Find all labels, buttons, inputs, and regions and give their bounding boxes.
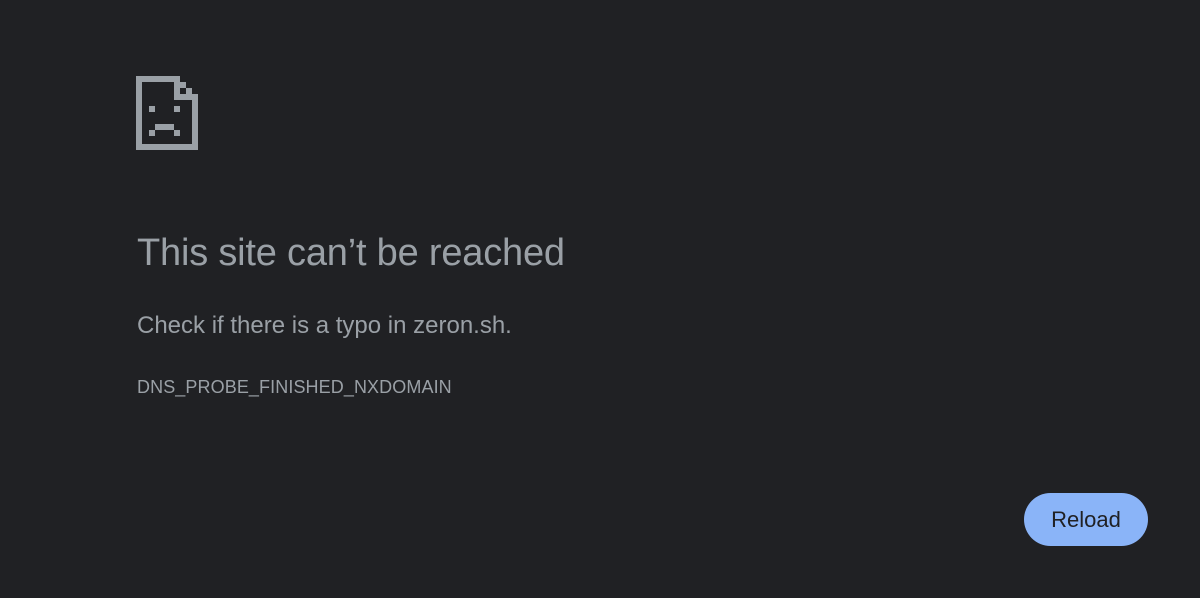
error-suggestion: Check if there is a typo in zeron.sh. — [137, 312, 512, 339]
sad-page-icon — [136, 76, 198, 150]
reload-button[interactable]: Reload — [1024, 493, 1148, 546]
error-code: DNS_PROBE_FINISHED_NXDOMAIN — [137, 377, 452, 397]
error-heading: This site can’t be reached — [137, 232, 565, 274]
error-page: This site can’t be reached Check if ther… — [0, 0, 1200, 598]
